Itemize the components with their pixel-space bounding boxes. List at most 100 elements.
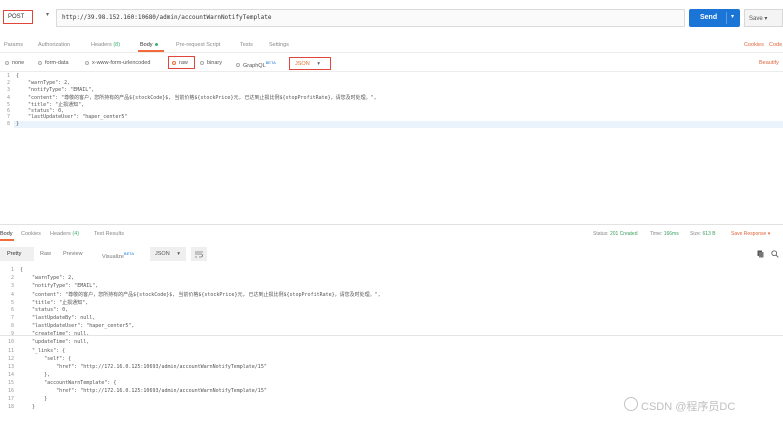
- radio-icon: [236, 63, 240, 68]
- tab-tests[interactable]: Tests: [240, 42, 253, 48]
- code-link[interactable]: Code: [769, 42, 782, 48]
- code-line: 2 "warnType": 2,: [0, 275, 74, 283]
- radio-form-data-label: form-data: [45, 60, 69, 66]
- code-text: "lastUpdateUser": "haper_center5": [16, 114, 128, 121]
- code-line: 13 "href": "http://172.16.0.125:10693/ad…: [0, 364, 267, 372]
- code-line: 5 "title": "止损通知",: [0, 299, 88, 307]
- wrap-lines-icon[interactable]: [191, 247, 207, 261]
- cookies-link[interactable]: Cookies: [744, 42, 764, 48]
- tab-settings[interactable]: Settings: [269, 42, 289, 48]
- radio-icon: [85, 60, 89, 65]
- code-text: "accountWarnTemplate": {: [20, 379, 117, 386]
- copy-icon[interactable]: [757, 250, 764, 258]
- view-raw-button[interactable]: Raw: [40, 251, 51, 257]
- code-text: "title": "止损通知",: [20, 300, 89, 307]
- tab-headers[interactable]: Headers (8): [91, 42, 120, 48]
- code-line: 17 }: [0, 396, 47, 404]
- format-select[interactable]: JSON ▾: [289, 57, 331, 70]
- beautify-link[interactable]: Beautify: [759, 60, 779, 66]
- chevron-down-icon[interactable]: ▾: [46, 11, 49, 18]
- response-tab-body[interactable]: Body: [0, 231, 13, 237]
- code-text: "self": {: [20, 355, 72, 362]
- code-line: 18 }: [0, 404, 35, 412]
- method-select[interactable]: POST: [3, 10, 33, 24]
- radio-raw-label: raw: [179, 60, 188, 66]
- beta-badge: BETA: [265, 60, 276, 65]
- format-label: JSON: [295, 61, 310, 67]
- method-label: POST: [8, 14, 25, 20]
- radio-raw[interactable]: raw: [172, 60, 188, 66]
- send-label: Send: [700, 14, 718, 21]
- code-line: 11 "_links": {: [0, 348, 65, 356]
- code-text: "warnType": 2,: [20, 275, 75, 282]
- save-response-button[interactable]: Save Response ▾: [731, 231, 770, 237]
- tab-authorization[interactable]: Authorization: [38, 42, 70, 48]
- search-icon[interactable]: [771, 250, 779, 258]
- line-number: 7: [10, 315, 14, 322]
- beta-badge: BETA: [123, 251, 135, 256]
- response-tab-headers[interactable]: Headers (4): [50, 231, 79, 237]
- response-format-label: JSON: [155, 251, 170, 257]
- view-pretty-button[interactable]: Pretty: [0, 247, 34, 261]
- code-line: 7 "lastUpdateUser": "haper_center5": [0, 114, 127, 121]
- radio-none[interactable]: none: [5, 60, 24, 66]
- divider: [0, 52, 783, 53]
- line-number: 6: [10, 307, 14, 314]
- radio-binary[interactable]: binary: [200, 60, 222, 66]
- view-visualize-button[interactable]: VisualizeBETA: [102, 251, 134, 260]
- line-number: 16: [7, 387, 14, 394]
- code-text: {: [20, 267, 24, 273]
- view-preview-button[interactable]: Preview: [63, 251, 83, 257]
- response-format-select[interactable]: JSON ▾: [150, 247, 186, 261]
- code-text: }: [20, 403, 36, 410]
- tab-params[interactable]: Params: [4, 42, 23, 48]
- tab-body[interactable]: Body: [140, 42, 158, 48]
- radio-graphql[interactable]: GraphQLBETA: [236, 60, 276, 69]
- code-line: 7 "lastUpdateBy": null,: [0, 315, 95, 323]
- code-text: "notifyType": "EMAIL",: [16, 86, 95, 93]
- radio-icon: [200, 60, 204, 65]
- status-label: Status:: [593, 231, 609, 237]
- radio-urlencoded[interactable]: x-www-form-urlencoded: [85, 60, 150, 66]
- code-line: 4 "content": "尊敬的客户，您所持有的产品${stockCode}$…: [0, 291, 381, 299]
- status-value: 201 Created: [609, 231, 638, 237]
- line-number: 17: [7, 395, 14, 402]
- size-label: Size:: [690, 231, 702, 237]
- save-button[interactable]: Save ▾: [744, 9, 783, 27]
- code-text: "href": "http://172.16.0.125:10693/admin…: [20, 363, 267, 370]
- code-text: "content": "尊敬的客户，您所持有的产品${stockCode}$, …: [20, 292, 381, 299]
- code-text: }: [20, 395, 48, 402]
- watermark: CSDN @程序员DC: [641, 401, 736, 413]
- radio-form-data[interactable]: form-data: [38, 60, 69, 66]
- code-text: "status": 0,: [16, 107, 65, 114]
- size-readout: Size: 613 B: [690, 231, 716, 237]
- radio-none-label: none: [12, 60, 25, 66]
- response-tab-test-results[interactable]: Test Results: [94, 231, 124, 237]
- code-line: 8 "lastUpdateUser": "haper_center5",: [0, 323, 134, 331]
- time-value: 166ms: [663, 231, 679, 237]
- line-number: 2: [10, 275, 14, 282]
- chevron-down-icon: ▾: [764, 16, 768, 22]
- tab-prerequest[interactable]: Pre-request Script: [176, 42, 220, 48]
- code-text: "lastUpdateBy": null,: [20, 315, 96, 322]
- view-pretty-label: Pretty: [7, 251, 22, 257]
- divider: [0, 224, 783, 225]
- send-options-chevron-icon[interactable]: ▾: [731, 13, 734, 20]
- url-text: http://39.98.152.160:10680/admin/account…: [62, 14, 272, 21]
- divider: [0, 335, 783, 336]
- line-number: 1: [6, 73, 10, 79]
- code-text: },: [20, 371, 51, 378]
- radio-graphql-label: GraphQL: [243, 62, 266, 69]
- divider: [0, 71, 783, 72]
- line-number: 14: [7, 371, 14, 378]
- code-text: {: [16, 73, 20, 79]
- send-divider: [726, 12, 727, 24]
- line-number: 8: [6, 121, 10, 128]
- line-number: 6: [6, 107, 10, 114]
- tab-headers-count: (8): [113, 42, 121, 48]
- response-tab-cookies[interactable]: Cookies: [21, 231, 41, 237]
- line-number: 18: [7, 403, 14, 410]
- code-line: 8}: [0, 121, 19, 128]
- body-indicator-icon: [154, 43, 158, 47]
- line-number: 3: [10, 283, 14, 290]
